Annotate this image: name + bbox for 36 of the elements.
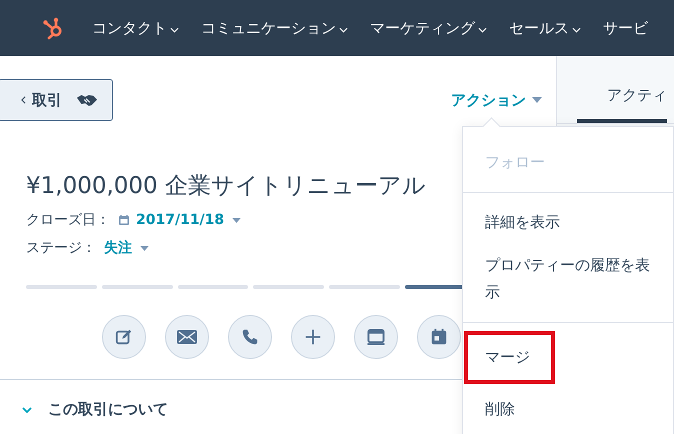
nav-menu-item[interactable]: セールス bbox=[509, 18, 581, 38]
property-label: ステージ： bbox=[26, 239, 96, 257]
close-date-dropdown[interactable]: 2017/11/18 bbox=[136, 212, 242, 228]
stage-dropdown[interactable]: 失注 bbox=[104, 239, 149, 257]
caret-down-icon bbox=[532, 97, 542, 103]
calendar-icon bbox=[118, 214, 130, 226]
section-title[interactable]: この取引について bbox=[48, 400, 168, 419]
menu-item[interactable]: 削除 bbox=[463, 388, 674, 431]
caret-down-icon bbox=[140, 246, 149, 250]
add-action-button[interactable] bbox=[291, 315, 335, 359]
plus-icon bbox=[304, 328, 322, 346]
caret-down-icon bbox=[232, 218, 242, 222]
note-action-button[interactable] bbox=[102, 315, 146, 359]
chevron-left-icon bbox=[21, 96, 26, 104]
handshake-icon bbox=[76, 92, 98, 108]
menu-item[interactable]: プロパティーの履歴を表示 bbox=[463, 244, 674, 314]
nav-menu-item[interactable]: マーケティング bbox=[370, 18, 487, 38]
back-button[interactable]: 取引 bbox=[0, 79, 113, 121]
log-action-button[interactable] bbox=[354, 315, 398, 359]
property-label: クローズ日： bbox=[26, 211, 110, 229]
phone-icon bbox=[241, 328, 259, 346]
laptop-icon bbox=[366, 328, 386, 346]
calendar-icon bbox=[430, 328, 448, 346]
email-action-button[interactable] bbox=[165, 315, 209, 359]
nav-menu-item[interactable]: コンタクト bbox=[92, 18, 179, 38]
edit-icon bbox=[115, 328, 133, 346]
nav-menu-item[interactable]: サービ bbox=[603, 18, 648, 38]
chevron-down-icon[interactable] bbox=[22, 406, 32, 412]
menu-item[interactable]: マージ bbox=[464, 331, 555, 384]
call-action-button[interactable] bbox=[228, 315, 272, 359]
envelope-icon bbox=[177, 330, 197, 344]
meeting-action-button[interactable] bbox=[417, 315, 461, 359]
actions-dropdown-button[interactable]: アクション bbox=[451, 90, 542, 110]
deal-title: ¥1,000,000 企業サイトリニューアル bbox=[26, 172, 427, 201]
nav-menu-item[interactable]: コミュニケーション bbox=[201, 18, 348, 38]
menu-item[interactable]: 詳細を表示 bbox=[463, 201, 674, 244]
